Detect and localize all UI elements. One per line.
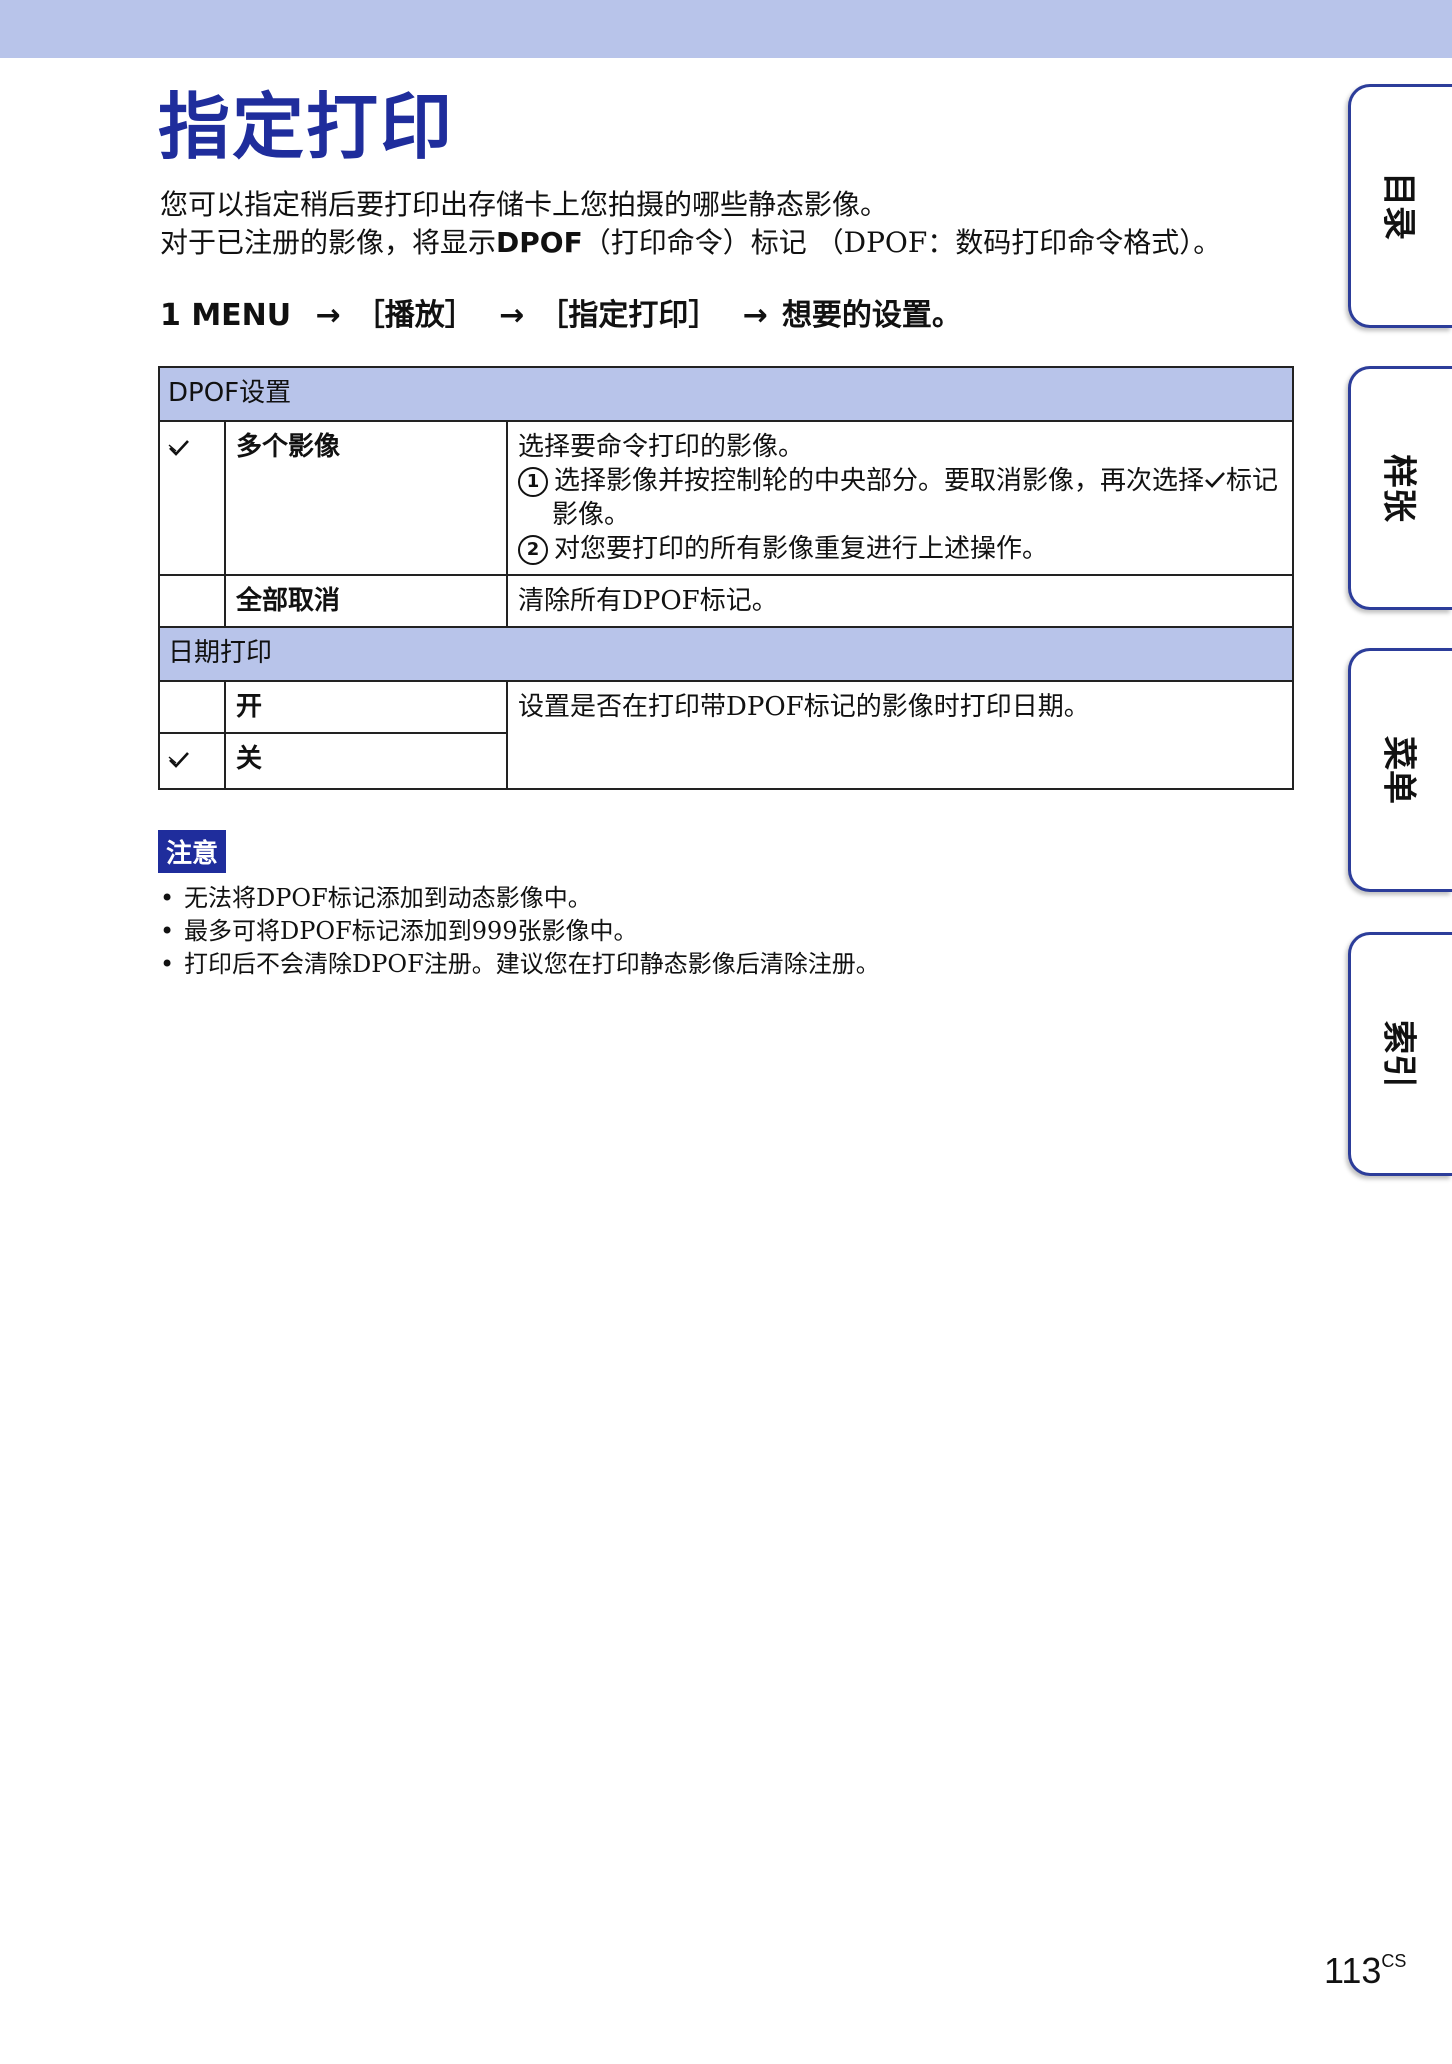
notes-label: 注意 [158, 830, 227, 873]
page-number-suffix: CS [1381, 1951, 1407, 1971]
tab-contents-label: 目录 [1378, 172, 1418, 240]
option-name: 多个影像 [224, 420, 508, 576]
procedure-step: 1 MENU → ［播放］ → ［指定打印］ → 想要的设置。 [160, 290, 962, 334]
intro-line-2: 对于已注册的影像，将显示DPOF（打印命令）标记 （DPOF：数码打印命令格式）… [160, 224, 1310, 262]
tab-index-label: 索引 [1378, 1020, 1418, 1088]
circled-number-icon: 1 [518, 467, 548, 497]
option-description-main: 选择要命令打印的影像。 [518, 432, 805, 462]
tab-menu[interactable]: 菜单 [1348, 648, 1452, 892]
settings-table: DPOF设置 多个影像 选择要命令打印的影像。 1 选择影像并按控制轮的中央部分。… [158, 366, 1294, 790]
option-description: 设置是否在打印带DPOF标记的影像时打印日期。 [506, 680, 1294, 790]
table-section-header: DPOF设置 [158, 366, 1294, 422]
check-icon [168, 439, 190, 457]
page-title: 指定打印 [158, 85, 455, 169]
dpof-mark-label: DPOF [496, 226, 583, 259]
table-section-header: 日期打印 [158, 626, 1294, 682]
option-name: 开 [224, 680, 508, 734]
notes-list: 无法将DPOF标记添加到动态影像中。 最多可将DPOF标记添加到999张影像中。… [158, 882, 880, 981]
default-marker-cell [158, 420, 226, 576]
option-name: 关 [224, 732, 508, 790]
table-row: 全部取消 清除所有DPOF标记。 [158, 574, 1294, 628]
circled-number-icon: 2 [518, 535, 548, 565]
section-header-date: 日期打印 [158, 626, 1294, 682]
arrow-icon: → [742, 298, 768, 333]
check-icon [1204, 471, 1226, 489]
tab-index[interactable]: 索引 [1348, 932, 1452, 1176]
default-marker-cell [158, 732, 226, 790]
table-row: 多个影像 选择要命令打印的影像。 1 选择影像并按控制轮的中央部分。要取消影像，再… [158, 420, 1294, 576]
arrow-icon: → [499, 298, 525, 333]
page-number-value: 113 [1324, 1950, 1382, 1991]
default-marker-cell [158, 680, 226, 734]
intro-text: 您可以指定稍后要打印出存储卡上您拍摄的哪些静态影像。 对于已注册的影像，将显示D… [160, 186, 1310, 262]
sub-step-1-text: 选择影像并按控制轮的中央部分。要取消影像，再次选择 [554, 466, 1205, 496]
intro-line-1: 您可以指定稍后要打印出存储卡上您拍摄的哪些静态影像。 [160, 188, 889, 221]
intro-line-2-post: （打印命令）标记 （DPOF：数码打印命令格式）。 [582, 226, 1222, 259]
intro-line-2-pre: 对于已注册的影像，将显示 [160, 226, 497, 259]
table-row: 开 设置是否在打印带DPOF标记的影像时打印日期。 [158, 680, 1294, 790]
tab-contents[interactable]: 目录 [1348, 84, 1452, 328]
check-icon [168, 751, 190, 769]
step-menu: MENU [191, 298, 292, 333]
step-item-setting: 想要的设置。 [781, 298, 962, 333]
sub-step-1: 1 选择影像并按控制轮的中央部分。要取消影像，再次选择 标记影像。 [518, 464, 1282, 532]
list-item: 无法将DPOF标记添加到动态影像中。 [158, 882, 880, 915]
arrow-icon: → [315, 298, 341, 333]
step-number: 1 [160, 298, 181, 333]
list-item: 最多可将DPOF标记添加到999张影像中。 [158, 915, 880, 948]
top-header-band [0, 0, 1452, 58]
default-marker-cell [158, 574, 226, 628]
option-description: 清除所有DPOF标记。 [506, 574, 1294, 628]
step-item-dpof: ［指定打印］ [538, 298, 719, 333]
sub-step-2-text: 对您要打印的所有影像重复进行上述操作。 [554, 534, 1049, 564]
option-description: 选择要命令打印的影像。 1 选择影像并按控制轮的中央部分。要取消影像，再次选择 标记… [506, 420, 1294, 576]
tab-samples[interactable]: 样张 [1348, 366, 1452, 610]
section-header-dpof: DPOF设置 [158, 366, 1294, 422]
tab-menu-label: 菜单 [1378, 736, 1418, 804]
step-item-playback: ［播放］ [354, 298, 475, 333]
list-item: 打印后不会清除DPOF注册。建议您在打印静态影像后清除注册。 [158, 948, 880, 981]
tab-samples-label: 样张 [1378, 454, 1418, 522]
page-number: 113CS [1324, 1950, 1406, 1992]
option-name: 全部取消 [224, 574, 508, 628]
sub-step-2: 2 对您要打印的所有影像重复进行上述操作。 [518, 532, 1282, 566]
